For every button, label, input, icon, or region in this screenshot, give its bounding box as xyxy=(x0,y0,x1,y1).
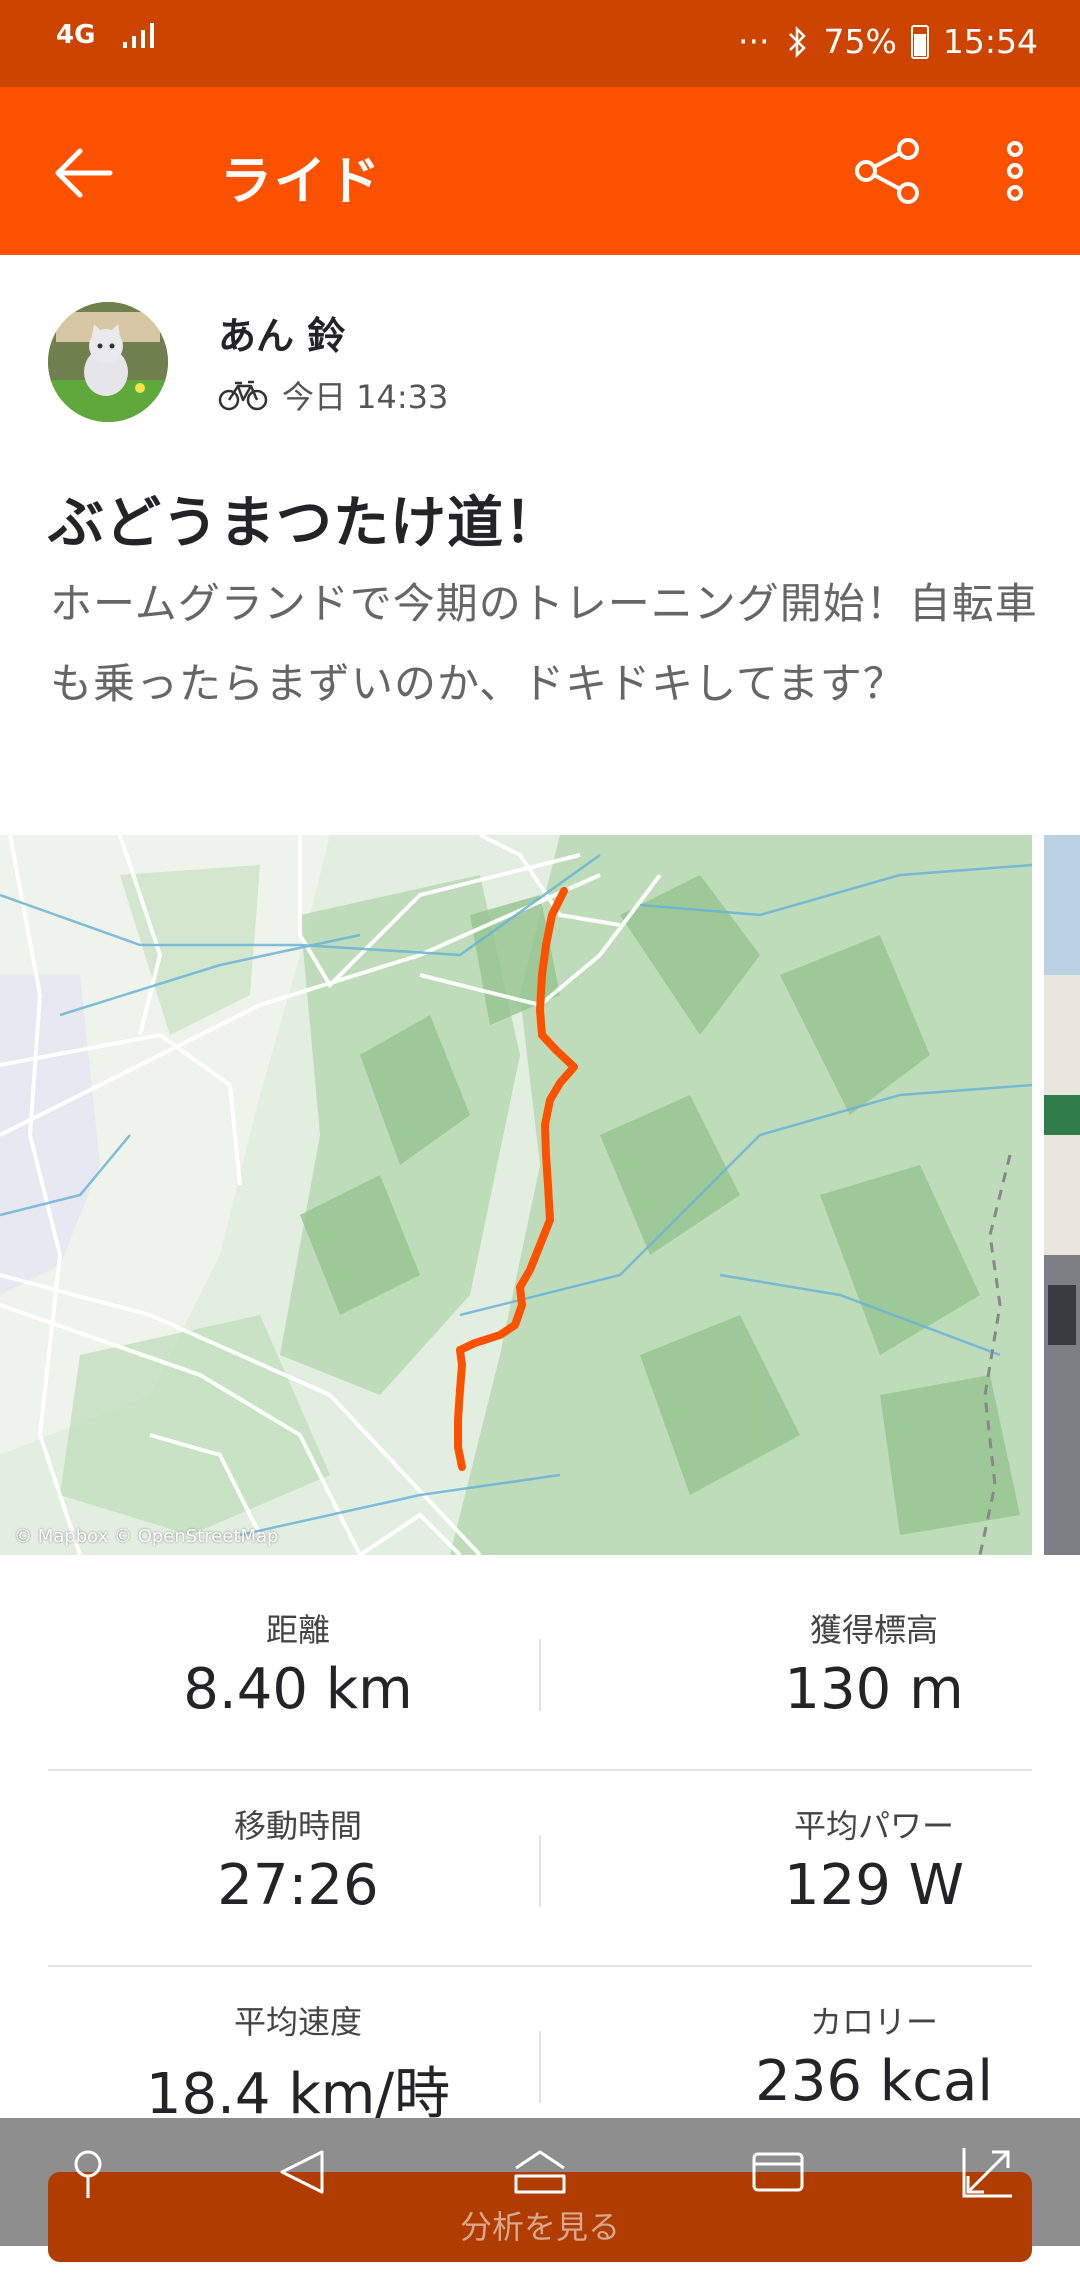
bluetooth-icon xyxy=(788,25,806,58)
notification-dots: ··· xyxy=(738,22,770,61)
map-attribution: © Mapbox © OpenStreetMap xyxy=(14,1526,279,1547)
stat-calories: カロリー 236 kcal xyxy=(674,1997,1074,2114)
pin-icon[interactable] xyxy=(58,2142,118,2202)
divider xyxy=(539,1835,541,1907)
photo-image xyxy=(1044,835,1080,1555)
divider xyxy=(539,2031,541,2103)
athlete-name[interactable]: あん 鈴 xyxy=(218,305,345,360)
stat-label: 移動時間 xyxy=(233,1807,362,1845)
battery-icon xyxy=(910,24,929,59)
stat-avg-power: 平均パワー 129 W xyxy=(674,1801,1074,1918)
nav-recents-icon[interactable] xyxy=(748,2142,808,2202)
stat-label: 獲得標高 xyxy=(809,1611,938,1649)
avatar[interactable] xyxy=(48,302,168,422)
divider xyxy=(539,1639,541,1711)
expand-icon[interactable] xyxy=(958,2142,1018,2202)
signal-icon xyxy=(123,23,155,48)
stat-label: 距離 xyxy=(265,1611,330,1649)
stat-value: 130 m xyxy=(784,1657,964,1722)
avatar-image xyxy=(48,302,168,422)
stat-distance: 距離 8.40 km xyxy=(98,1605,498,1722)
back-arrow-icon[interactable] xyxy=(48,137,120,209)
map-canvas xyxy=(0,835,1032,1555)
more-options-icon[interactable] xyxy=(990,135,1040,207)
bicycle-icon xyxy=(218,380,268,411)
page-title: ライド xyxy=(220,152,383,212)
app-bar: ライド xyxy=(0,87,1080,255)
activity-title: ぶどうまつたけ道！ xyxy=(48,491,561,556)
stat-value: 129 W xyxy=(783,1853,965,1918)
stat-label: カロリー xyxy=(809,2003,938,2041)
stat-avg-speed: 平均速度 18.4 km/時 xyxy=(98,1997,498,2130)
share-icon[interactable] xyxy=(852,135,924,207)
status-time: 15:54 xyxy=(942,22,1038,61)
activity-date: 今日 14:33 xyxy=(282,378,449,416)
stat-value: 27:26 xyxy=(217,1853,379,1918)
activity-meta: 今日 14:33 xyxy=(218,372,448,418)
activity-description: ホームグランドで今期のトレーニング開始！自転車も乗ったらまずいのか、ドキドキして… xyxy=(50,579,1038,708)
nav-back-icon[interactable] xyxy=(272,2142,332,2202)
stat-moving-time: 移動時間 27:26 xyxy=(98,1801,498,1918)
stat-value: 236 kcal xyxy=(755,2049,993,2114)
stat-label: 平均パワー xyxy=(793,1807,954,1845)
status-bar: 4G ··· 75% 15:54 xyxy=(0,0,1080,87)
stat-row: 移動時間 27:26 平均パワー 129 W xyxy=(48,1771,1032,1967)
stats-grid: 距離 8.40 km 獲得標高 130 m 移動時間 27:26 平均パワー 1… xyxy=(48,1575,1032,2161)
nav-home-icon[interactable] xyxy=(510,2142,570,2202)
stat-label: 平均速度 xyxy=(233,2003,362,2041)
stat-elevation-gain: 獲得標高 130 m xyxy=(674,1605,1074,1722)
stat-value: 8.40 km xyxy=(183,1657,413,1722)
network-type: 4G xyxy=(56,20,96,50)
route-map[interactable]: © Mapbox © OpenStreetMap xyxy=(0,835,1032,1555)
photo-thumbnail[interactable] xyxy=(1044,835,1080,1555)
battery-percent: 75% xyxy=(823,22,897,61)
stat-row: 距離 8.40 km 獲得標高 130 m xyxy=(48,1575,1032,1771)
